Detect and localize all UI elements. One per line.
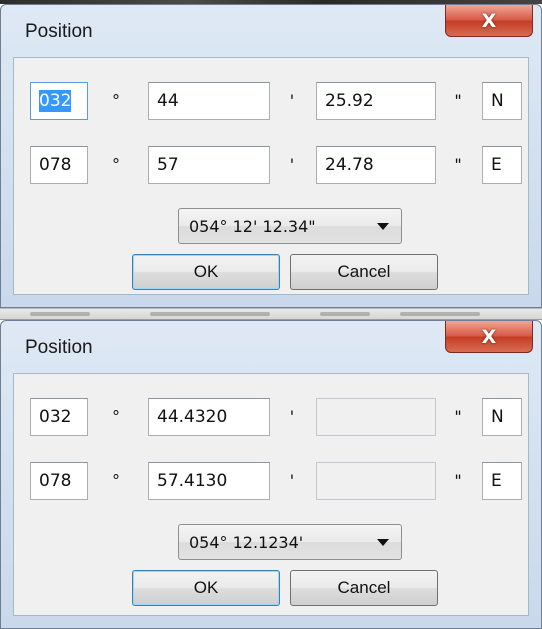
latitude-minutes-field[interactable]: 44 xyxy=(148,82,270,120)
screen: Position X 032 ° 44 ' 25.92 " N 078 ° 57… xyxy=(0,0,542,629)
cancel-button[interactable]: Cancel xyxy=(290,570,438,606)
latitude-degrees-field[interactable]: 032 xyxy=(30,82,88,120)
format-select[interactable]: 054° 12.1234' xyxy=(178,524,402,560)
ok-button[interactable]: OK xyxy=(132,570,280,606)
degree-symbol: ° xyxy=(112,155,120,174)
second-symbol: " xyxy=(454,407,462,426)
latitude-degrees-field[interactable]: 032 xyxy=(30,398,88,436)
dialog-title: Position xyxy=(25,337,93,358)
latitude-minutes-field[interactable]: 44.4320 xyxy=(148,398,270,436)
longitude-degrees-field[interactable]: 078 xyxy=(30,146,88,184)
minute-symbol: ' xyxy=(289,91,295,110)
longitude-seconds-field xyxy=(316,462,436,500)
ok-button[interactable]: OK xyxy=(132,254,280,290)
position-dialog-dms: Position X 032 ° 44 ' 25.92 " N 078 ° 57… xyxy=(0,4,542,308)
second-symbol: " xyxy=(454,155,462,174)
longitude-minutes-field[interactable]: 57.4130 xyxy=(148,462,270,500)
longitude-minutes-field[interactable]: 57 xyxy=(148,146,270,184)
title-bar: Position X xyxy=(1,321,541,373)
close-icon: X xyxy=(481,325,497,348)
chevron-down-icon xyxy=(377,539,389,546)
close-button[interactable]: X xyxy=(445,5,533,37)
dialog-client-area: 032 ° 44 ' 25.92 " N 078 ° 57 ' 24.78 " … xyxy=(13,57,529,295)
degree-symbol: ° xyxy=(112,91,120,110)
minute-symbol: ' xyxy=(289,155,295,174)
second-symbol: " xyxy=(454,471,462,490)
dialog-title: Position xyxy=(25,21,93,42)
close-button[interactable]: X xyxy=(445,321,533,353)
minute-symbol: ' xyxy=(289,407,295,426)
degree-symbol: ° xyxy=(112,407,120,426)
chevron-down-icon xyxy=(377,223,389,230)
longitude-hemisphere-field[interactable]: E xyxy=(482,462,522,500)
title-bar: Position X xyxy=(1,5,541,57)
latitude-seconds-field[interactable]: 25.92 xyxy=(316,82,436,120)
second-symbol: " xyxy=(454,91,462,110)
cancel-button[interactable]: Cancel xyxy=(290,254,438,290)
format-select-value: 054° 12.1234' xyxy=(189,533,304,552)
latitude-hemisphere-field[interactable]: N xyxy=(482,398,522,436)
degree-symbol: ° xyxy=(112,471,120,490)
longitude-hemisphere-field[interactable]: E xyxy=(482,146,522,184)
longitude-seconds-field[interactable]: 24.78 xyxy=(316,146,436,184)
background-window-strip xyxy=(0,308,542,320)
longitude-degrees-field[interactable]: 078 xyxy=(30,462,88,500)
position-dialog-dm: Position X 032 ° 44.4320 ' " N 078 ° 57.… xyxy=(0,320,542,629)
latitude-hemisphere-field[interactable]: N xyxy=(482,82,522,120)
format-select[interactable]: 054° 12' 12.34" xyxy=(178,208,402,244)
format-select-value: 054° 12' 12.34" xyxy=(189,217,316,236)
minute-symbol: ' xyxy=(289,471,295,490)
latitude-seconds-field xyxy=(316,398,436,436)
close-icon: X xyxy=(481,9,497,32)
dialog-client-area: 032 ° 44.4320 ' " N 078 ° 57.4130 ' " E … xyxy=(13,373,529,616)
